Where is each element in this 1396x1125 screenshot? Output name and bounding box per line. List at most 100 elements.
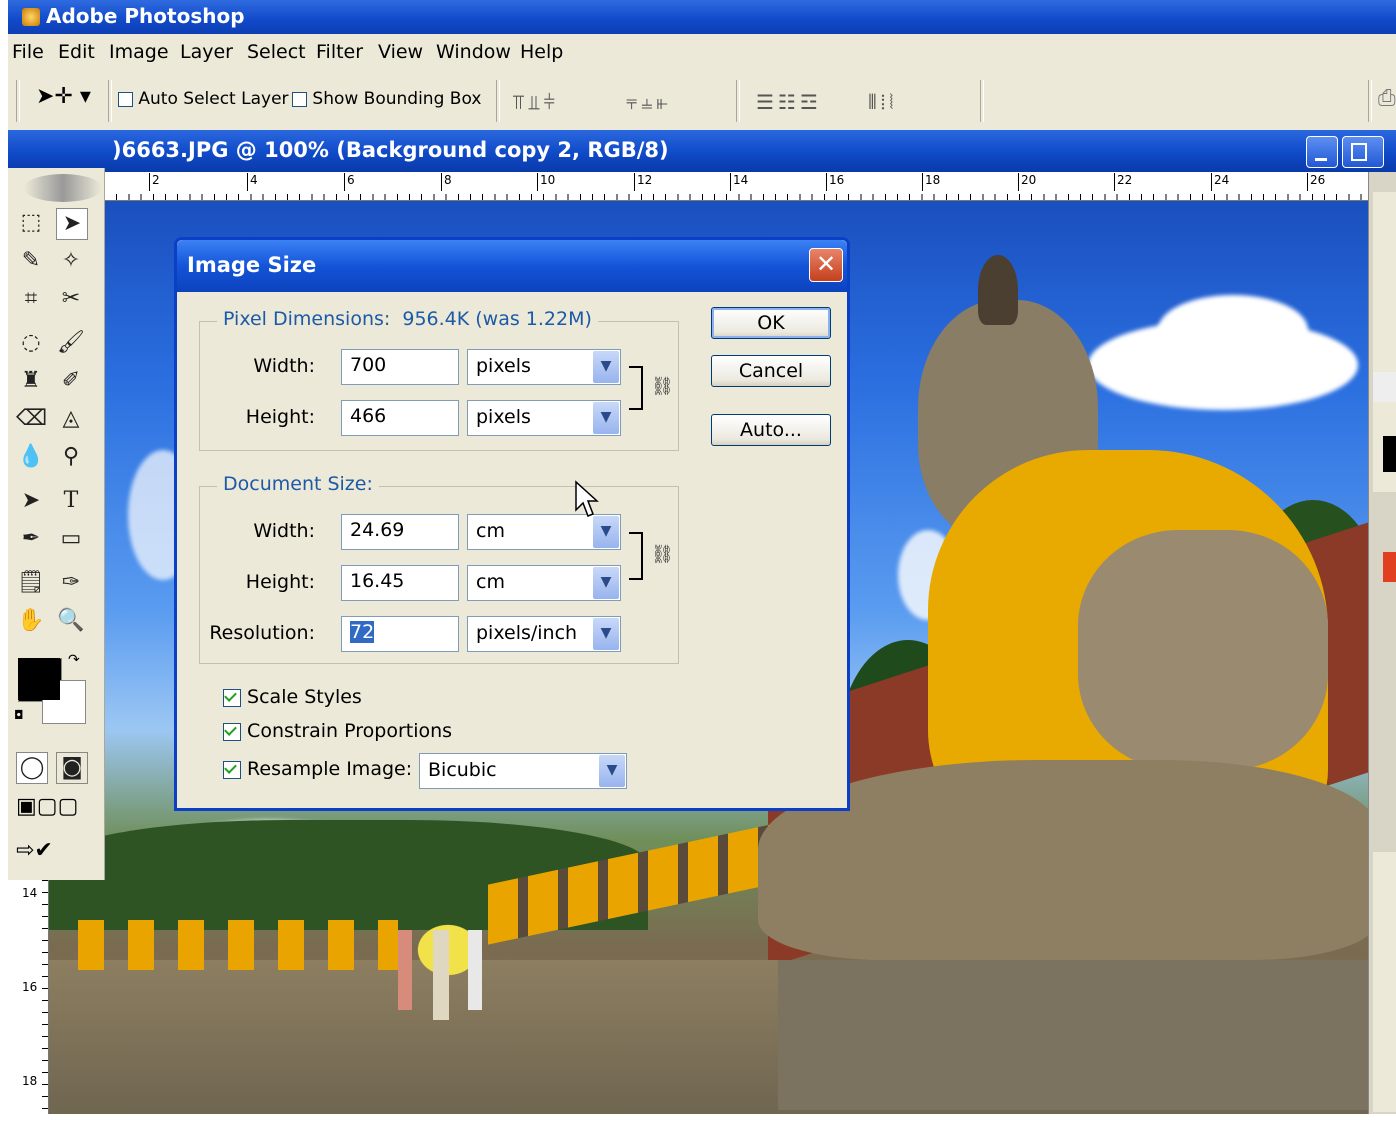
minimize-button[interactable] — [1306, 136, 1338, 168]
ruler-vertical[interactable]: 14 16 18 — [20, 880, 49, 1114]
scale-styles-checkbox[interactable] — [223, 688, 241, 707]
color-ramp[interactable] — [1383, 552, 1396, 582]
layers-palette[interactable] — [1373, 852, 1396, 1112]
scale-styles-option[interactable]: Scale Styles — [223, 686, 362, 708]
slice-tool-icon[interactable]: ✂ — [56, 284, 86, 314]
zoom-tool-icon[interactable]: 🔍 — [56, 606, 86, 636]
auto-select-layer-checkbox[interactable] — [118, 91, 133, 107]
chevron-down-icon[interactable]: ▼ — [599, 755, 625, 787]
menu-view[interactable]: View — [378, 41, 423, 63]
notes-tool-icon[interactable]: 🗒 — [16, 568, 46, 598]
menu-layer[interactable]: Layer — [180, 41, 233, 63]
chevron-down-icon[interactable]: ▼ — [593, 567, 619, 599]
dialog-title-bar[interactable]: Image Size ✕ — [177, 240, 847, 292]
marquee-tool-icon[interactable]: ⬚ — [16, 208, 46, 238]
pen-tool-icon[interactable]: ✒ — [16, 524, 46, 554]
eyedropper-tool-icon[interactable]: ✑ — [56, 568, 86, 598]
healing-brush-tool-icon[interactable]: ◌ — [16, 328, 46, 358]
ok-button[interactable]: OK — [711, 307, 831, 339]
document-title-bar: )6663.JPG @ 100% (Background copy 2, RGB… — [8, 130, 1396, 172]
palette-dock — [1368, 172, 1396, 1114]
ruler-label: 8 — [441, 173, 452, 191]
menu-window[interactable]: Window — [436, 41, 511, 63]
distribute-left-icons[interactable]: ⦀⦙⦚ — [868, 90, 897, 114]
ruler-label: 20 — [1018, 173, 1036, 191]
menu-help[interactable]: Help — [520, 41, 563, 63]
constrain-proportions-option[interactable]: Constrain Proportions — [223, 720, 452, 742]
cloud — [1158, 295, 1308, 365]
eraser-tool-icon[interactable]: ⌫ — [16, 404, 47, 434]
chevron-down-icon[interactable]: ▼ — [593, 516, 619, 548]
ruler-label: 14 — [22, 886, 38, 900]
close-button[interactable]: ✕ — [809, 248, 843, 282]
path-selection-tool-icon[interactable]: ➤ — [16, 486, 46, 516]
document-width-input[interactable]: 24.69 — [341, 514, 459, 550]
color-swatch[interactable] — [1383, 436, 1396, 472]
chevron-down-icon[interactable]: ▼ — [593, 402, 619, 434]
pixel-width-input[interactable]: 700 — [341, 349, 459, 385]
resolution-unit-select[interactable]: pixels/inch ▼ — [467, 616, 621, 652]
pixel-height-unit-select[interactable]: pixels ▼ — [467, 400, 621, 436]
menu-image[interactable]: Image — [109, 41, 169, 63]
menu-edit[interactable]: Edit — [58, 41, 95, 63]
show-bounding-box-option[interactable]: Show Bounding Box — [292, 89, 481, 109]
brush-tool-icon[interactable]: 🖌 — [56, 328, 86, 358]
chevron-down-icon[interactable]: ▼ — [593, 618, 619, 650]
buddha-ushnisha — [978, 255, 1018, 325]
crop-tool-icon[interactable]: ⌗ — [16, 284, 46, 314]
rectangle-tool-icon[interactable]: ▭ — [56, 524, 86, 554]
move-tool-icon[interactable]: ➤ — [56, 208, 88, 240]
blur-tool-icon[interactable]: 💧 — [16, 442, 46, 472]
palette-well-icon[interactable]: ⎙ — [1378, 86, 1396, 111]
menu-file[interactable]: File — [12, 41, 44, 63]
ruler-label: 18 — [922, 173, 940, 191]
document-title: )6663.JPG @ 100% (Background copy 2, RGB… — [112, 138, 669, 162]
move-tool-preset-icon[interactable]: ➤✛ ▾ — [36, 84, 91, 109]
distribute-top-icons[interactable]: ☰☷☲ — [756, 90, 822, 114]
app-title: Adobe Photoshop — [46, 4, 245, 28]
magic-wand-tool-icon[interactable]: ✧ — [56, 246, 86, 276]
resample-image-option[interactable]: Resample Image: — [223, 758, 412, 780]
resolution-value: 72 — [350, 621, 375, 643]
dodge-tool-icon[interactable]: ⚲ — [56, 442, 86, 472]
menu-filter[interactable]: Filter — [316, 41, 363, 63]
hand-tool-icon[interactable]: ✋ — [16, 606, 46, 636]
ruler-horizontal[interactable]: 2 4 6 8 10 12 14 16 18 20 22 24 26 — [104, 172, 1368, 201]
clone-stamp-tool-icon[interactable]: ♜ — [16, 366, 46, 396]
chevron-down-icon[interactable]: ▼ — [593, 351, 619, 383]
standard-mode-icon[interactable]: ◯ — [16, 752, 48, 784]
document-height-input[interactable]: 16.45 — [341, 565, 459, 601]
quick-mask-mode-icon[interactable]: ◙ — [56, 752, 88, 784]
resample-method-select[interactable]: Bicubic ▼ — [419, 753, 627, 789]
cancel-button[interactable]: Cancel — [711, 355, 831, 387]
maximize-button[interactable] — [1342, 136, 1384, 168]
align-vertical-icons[interactable]: ⫧⫨⫦ — [626, 90, 672, 114]
document-height-unit-select[interactable]: cm ▼ — [467, 565, 621, 601]
paint-bucket-tool-icon[interactable]: ◬ — [56, 404, 86, 434]
resample-image-checkbox[interactable] — [223, 760, 241, 779]
screen-mode-icons[interactable]: ▣▢▢ — [16, 794, 78, 819]
default-colors-icon[interactable]: ◘ — [14, 708, 24, 722]
swap-colors-icon[interactable]: ↷ — [68, 652, 80, 668]
constrain-proportions-checkbox[interactable] — [223, 722, 241, 741]
resolution-input[interactable]: 72 — [341, 616, 459, 652]
jump-to-imageready-icon[interactable]: ⇨✔ — [16, 838, 53, 863]
lasso-tool-icon[interactable]: ✎ — [16, 246, 46, 276]
auto-button[interactable]: Auto... — [711, 414, 831, 446]
pixel-height-input[interactable]: 466 — [341, 400, 459, 436]
mouse-pointer-icon — [575, 480, 599, 517]
ruler-label: 6 — [344, 173, 355, 191]
type-tool-icon[interactable]: T — [56, 486, 86, 516]
align-edges-icons[interactable]: ⫪⫫⫩ — [513, 90, 559, 114]
history-brush-tool-icon[interactable]: ✐ — [56, 366, 86, 396]
menu-select[interactable]: Select — [247, 41, 306, 63]
show-bounding-box-checkbox[interactable] — [292, 91, 307, 107]
person — [398, 930, 412, 1010]
foreground-color-swatch-top[interactable] — [18, 658, 60, 700]
photoshop-feather-icon[interactable] — [24, 174, 102, 202]
auto-select-layer-option[interactable]: Auto Select Layer — [118, 89, 289, 109]
pixel-width-unit-select[interactable]: pixels ▼ — [467, 349, 621, 385]
palette-field[interactable] — [1373, 372, 1396, 402]
ruler-label: 24 — [1211, 173, 1229, 191]
options-divider — [980, 80, 984, 122]
